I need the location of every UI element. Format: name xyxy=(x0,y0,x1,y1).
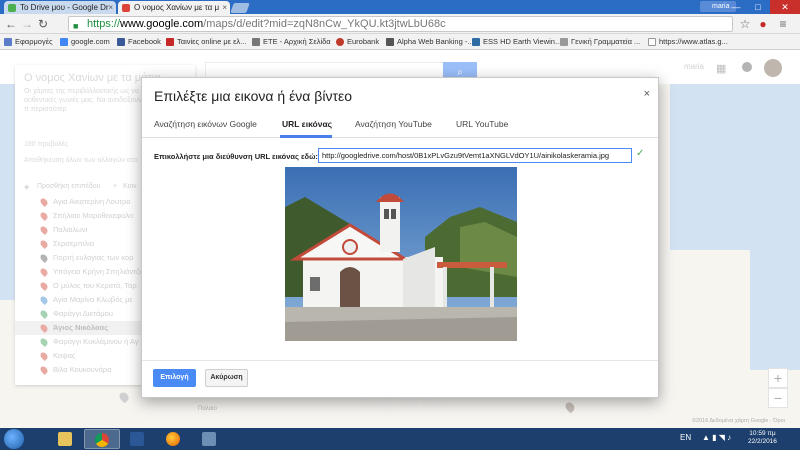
image-picker-dialog: Επιλέξτε μια εικονα ή ένα βίντεο × Αναζή… xyxy=(141,77,659,398)
dialog-tabs: Αναζήτηση εικόνων Google URL εικόνας Ανα… xyxy=(142,112,658,138)
bookmark-label: ΕΤΕ - Αρχική Σελίδα xyxy=(263,37,331,46)
bank-icon xyxy=(386,38,394,46)
url-field-label: Επικολλήστε μια διεύθυνση URL εικόνας εδ… xyxy=(154,152,318,161)
system-clock[interactable]: 10:59 πμ 22/2/2016 xyxy=(748,430,777,446)
bookmark-secretariat[interactable]: Γενική Γραμματεία ... xyxy=(560,36,640,48)
bookmark-star-icon[interactable]: ☆ xyxy=(738,17,752,31)
clock-time: 10:59 πμ xyxy=(749,430,776,437)
bookmark-atlas[interactable]: https://www.atlas.g... xyxy=(648,36,728,48)
taskbar-app[interactable] xyxy=(192,429,228,449)
maximize-button[interactable]: □ xyxy=(747,0,769,14)
clock-date: 22/2/2016 xyxy=(748,438,777,445)
bookmark-eurobank[interactable]: Eurobank xyxy=(336,36,379,48)
taskbar-explorer[interactable] xyxy=(48,429,84,449)
url-path: /maps/d/edit?mid=zqN8nCw_YkQU.kt3jtwLbU6… xyxy=(203,18,446,30)
menu-icon[interactable]: ≡ xyxy=(776,17,790,31)
bookmark-facebook[interactable]: Facebook xyxy=(117,36,161,48)
windows-taskbar: EN ▲ ▮ ◥ ♪ 10:59 πμ 22/2/2016 xyxy=(0,428,800,450)
maps-favicon-icon xyxy=(122,4,130,12)
forward-icon[interactable]: → xyxy=(20,16,34,32)
taskbar-word[interactable] xyxy=(120,429,156,449)
bookmark-label: ESS HD Earth Viewin... xyxy=(483,37,562,46)
bookmark-label: Alpha Web Banking -... xyxy=(397,37,474,46)
url-scheme: https:// xyxy=(87,18,121,30)
firefox-icon xyxy=(166,432,180,446)
page-icon xyxy=(252,38,260,46)
language-indicator[interactable]: EN xyxy=(680,433,691,442)
browser-tab-label: Ο νομος Χανίων με τα μ xyxy=(134,3,220,12)
taskbar-chrome[interactable] xyxy=(84,429,120,449)
bookmark-movies[interactable]: Ταινίες online με ελ... xyxy=(166,36,246,48)
bookmark-google[interactable]: google.com xyxy=(60,36,110,48)
apps-grid-icon xyxy=(4,38,12,46)
page-icon xyxy=(472,38,480,46)
bookmark-label: https://www.atlas.g... xyxy=(659,37,728,46)
bookmark-label: Eurobank xyxy=(347,37,380,46)
tab-google-image-search[interactable]: Αναζήτηση εικόνων Google xyxy=(154,119,257,129)
lock-icon: ■ xyxy=(73,21,79,31)
browser-toolbar: ← → ↻ ■ https://www.google.com/maps/d/ed… xyxy=(0,14,800,34)
bookmark-ess[interactable]: ESS HD Earth Viewin... xyxy=(472,36,561,48)
chrome-icon xyxy=(95,433,109,447)
checkmark-icon: ✓ xyxy=(636,148,645,159)
bookmark-label: google.com xyxy=(71,37,110,46)
bookmark-alpha[interactable]: Alpha Web Banking -... xyxy=(386,36,474,48)
bookmarks-bar: Εφαρμογές google.com Facebook Ταινίες on… xyxy=(0,34,800,50)
drive-favicon-icon xyxy=(8,4,16,12)
start-button[interactable] xyxy=(4,429,24,449)
tab-image-url[interactable]: URL εικόνας xyxy=(282,119,332,129)
image-url-input[interactable] xyxy=(318,148,632,163)
browser-tab-maps[interactable]: Ο νομος Χανίων με τα μ × xyxy=(118,1,230,14)
select-button[interactable]: Επιλογή xyxy=(153,369,196,387)
page-icon xyxy=(560,38,568,46)
bookmark-ete[interactable]: ΕΤΕ - Αρχική Σελίδα xyxy=(252,36,331,48)
image-preview xyxy=(285,167,517,341)
window-icon xyxy=(202,432,216,446)
folder-icon xyxy=(58,432,72,446)
facebook-icon xyxy=(117,38,125,46)
taskbar-firefox[interactable] xyxy=(156,429,192,449)
eurobank-icon xyxy=(336,38,344,46)
minimize-button[interactable]: — xyxy=(725,0,747,14)
dialog-footer-divider xyxy=(142,360,658,361)
new-tab-button[interactable] xyxy=(230,3,250,13)
bookmark-label: Ταινίες online με ελ... xyxy=(177,37,247,46)
tab-youtube-search[interactable]: Αναζήτηση YouTube xyxy=(355,119,432,129)
dialog-title: Επιλέξτε μια εικονα ή ένα βίντεο xyxy=(154,88,353,104)
page-icon xyxy=(648,38,656,46)
back-icon[interactable]: ← xyxy=(4,16,18,32)
bookmark-label: Εφαρμογές xyxy=(15,37,53,46)
active-tab-indicator xyxy=(280,135,332,138)
close-icon[interactable]: × xyxy=(644,88,650,100)
movie-icon xyxy=(166,38,174,46)
tab-close-icon[interactable]: × xyxy=(222,1,227,14)
pinterest-icon[interactable]: ● xyxy=(756,17,770,31)
cancel-button[interactable]: Ακύρωση xyxy=(205,369,248,387)
tab-youtube-url[interactable]: URL YouTube xyxy=(456,119,508,129)
address-bar[interactable]: ■ https://www.google.com/maps/d/edit?mid… xyxy=(68,16,733,32)
word-icon xyxy=(130,432,144,446)
bookmark-apps[interactable]: Εφαρμογές xyxy=(4,36,53,48)
browser-tab-drive[interactable]: Το Drive μου - Google Dr × xyxy=(4,1,116,14)
close-window-button[interactable]: ✕ xyxy=(770,0,800,14)
church-photo xyxy=(285,167,517,341)
url-host: www.google.com xyxy=(120,18,204,30)
browser-tab-label: Το Drive μου - Google Dr xyxy=(20,3,109,12)
tray-icons[interactable]: ▲ ▮ ◥ ♪ xyxy=(702,433,731,442)
reload-icon[interactable]: ↻ xyxy=(36,16,50,32)
bookmark-label: Facebook xyxy=(128,37,161,46)
google-icon xyxy=(60,38,68,46)
tab-close-icon[interactable]: × xyxy=(108,1,113,14)
bookmark-label: Γενική Γραμματεία ... xyxy=(571,37,641,46)
browser-tab-strip: Το Drive μου - Google Dr × Ο νομος Χανίω… xyxy=(0,0,800,14)
